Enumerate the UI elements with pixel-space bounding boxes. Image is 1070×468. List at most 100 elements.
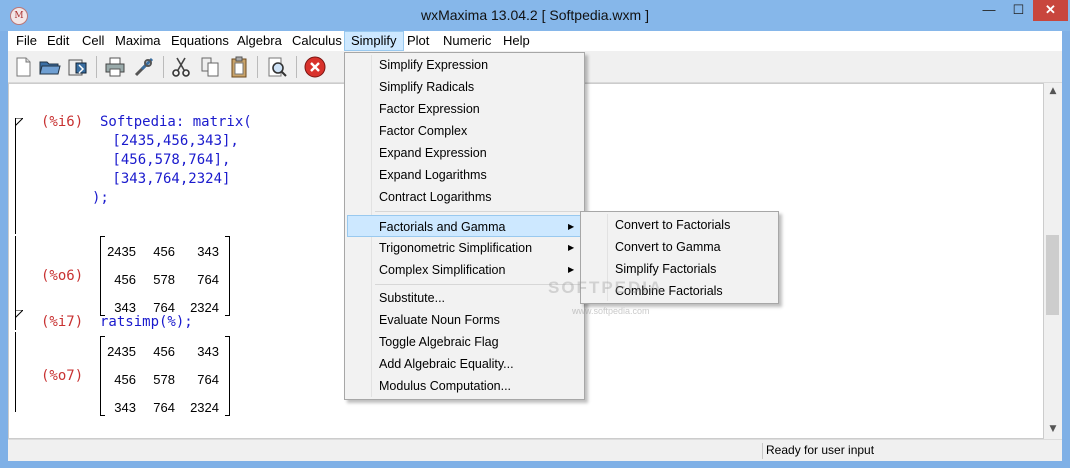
find-icon[interactable]	[265, 55, 289, 79]
matrix-cell: 2324	[190, 400, 219, 415]
code-line[interactable]: [343,764,2324]	[104, 171, 230, 187]
menu-numeric[interactable]: Numeric	[437, 31, 497, 51]
matrix-cell: 578	[153, 372, 175, 387]
menu-algebra[interactable]: Algebra	[231, 31, 288, 51]
cell-fold-triangle-icon[interactable]	[15, 310, 23, 318]
output-cell-bracket	[15, 236, 22, 316]
toolbar-separator	[96, 56, 97, 78]
matrix-cell: 343	[197, 344, 219, 359]
menu-item-label: Toggle Algebraic Flag	[379, 335, 499, 349]
copy-icon[interactable]	[198, 55, 222, 79]
menu-item-factorials-and-gamma[interactable]: Factorials and Gamma ▶	[347, 215, 582, 237]
paste-icon[interactable]	[227, 55, 251, 79]
maximize-button[interactable]: ☐	[1004, 0, 1033, 21]
menu-item-label: Convert to Factorials	[615, 218, 731, 232]
menu-item-substitute[interactable]: Substitute...	[347, 287, 582, 309]
menu-item-evaluate-noun-forms[interactable]: Evaluate Noun Forms	[347, 309, 582, 331]
matrix-cell: 456	[153, 244, 175, 259]
output-label: (%o6)	[41, 268, 84, 284]
menu-item-label: Expand Expression	[379, 146, 487, 160]
menu-plot[interactable]: Plot	[401, 31, 435, 51]
code-line[interactable]: [2435,456,343],	[104, 133, 238, 149]
window-title: wxMaxima 13.04.2 [ Softpedia.wxm ]	[421, 7, 649, 23]
menu-item-expand-expression[interactable]: Expand Expression	[347, 142, 582, 164]
cell-fold-triangle-icon[interactable]	[15, 118, 23, 126]
new-file-icon[interactable]	[11, 55, 35, 79]
print-icon[interactable]	[103, 55, 127, 79]
output-label: (%o7)	[41, 368, 84, 384]
matrix-cell: 343	[114, 400, 136, 415]
menu-item-convert-to-gamma[interactable]: Convert to Gamma	[583, 236, 776, 258]
menu-item-label: Add Algebraic Equality...	[379, 357, 514, 371]
menu-item-trigonometric-simplification[interactable]: Trigonometric Simplification ▶	[347, 237, 582, 259]
menu-item-convert-to-factorials[interactable]: Convert to Factorials	[583, 214, 776, 236]
input-cell-bracket[interactable]	[15, 118, 22, 234]
matrix-cell: 343	[197, 244, 219, 259]
matrix-cell: 764	[197, 372, 219, 387]
submenu-arrow-icon: ▶	[568, 243, 575, 252]
menu-separator	[375, 211, 580, 212]
menu-item-label: Factorials and Gamma	[379, 220, 506, 234]
menu-item-factor-complex[interactable]: Factor Complex	[347, 120, 582, 142]
menu-item-label: Complex Simplification	[379, 263, 506, 277]
code-line[interactable]: [456,578,764],	[104, 152, 230, 168]
minimize-button[interactable]: —	[974, 0, 1004, 21]
status-text: Ready for user input	[766, 443, 875, 457]
matrix-cell: 764	[153, 400, 175, 415]
menu-item-contract-logarithms[interactable]: Contract Logarithms	[347, 186, 582, 208]
menu-item-complex-simplification[interactable]: Complex Simplification ▶	[347, 259, 582, 281]
toolbar-separator	[163, 56, 164, 78]
menu-equations[interactable]: Equations	[165, 31, 235, 51]
close-button[interactable]: ✕	[1033, 0, 1068, 21]
menu-simplify[interactable]: Simplify	[344, 31, 404, 51]
menu-item-simplify-factorials[interactable]: Simplify Factorials	[583, 258, 776, 280]
menu-item-label: Contract Logarithms	[379, 190, 492, 204]
menu-bar: File Edit Cell Maxima Equations Algebra …	[8, 31, 1062, 51]
menu-help[interactable]: Help	[497, 31, 536, 51]
menu-item-expand-logarithms[interactable]: Expand Logarithms	[347, 164, 582, 186]
app-window: M wxMaxima 13.04.2 [ Softpedia.wxm ] — ☐…	[0, 0, 1070, 468]
code-line[interactable]: Softpedia: matrix(	[100, 114, 252, 130]
scroll-up-icon[interactable]: ▲	[1044, 83, 1062, 100]
menu-item-label: Expand Logarithms	[379, 168, 487, 182]
vertical-scrollbar[interactable]: ▲ ▼	[1044, 83, 1062, 439]
code-line[interactable]: ratsimp(%);	[100, 314, 193, 330]
menu-file[interactable]: File	[10, 31, 43, 51]
interrupt-icon[interactable]	[303, 55, 327, 79]
menu-item-label: Factor Expression	[379, 102, 480, 116]
matrix-cell: 456	[114, 272, 136, 287]
input-label: (%i7)	[41, 314, 84, 330]
save-icon[interactable]	[66, 55, 90, 79]
menu-item-label: Modulus Computation...	[379, 379, 512, 393]
menu-item-factor-expression[interactable]: Factor Expression	[347, 98, 582, 120]
menu-calculus[interactable]: Calculus	[286, 31, 348, 51]
scroll-thumb[interactable]	[1046, 235, 1059, 315]
matrix-cell: 764	[153, 300, 175, 315]
menu-item-simplify-radicals[interactable]: Simplify Radicals	[347, 76, 582, 98]
matrix-cell: 456	[153, 344, 175, 359]
output-cell-bracket	[15, 332, 22, 412]
menu-cell[interactable]: Cell	[76, 31, 110, 51]
softpedia-watermark: SOFTPEDIA	[548, 278, 664, 297]
preferences-icon[interactable]	[132, 55, 156, 79]
simplify-dropdown-menu: Simplify Expression Simplify Radicals Fa…	[344, 52, 585, 400]
menu-item-toggle-algebraic-flag[interactable]: Toggle Algebraic Flag	[347, 331, 582, 353]
menu-edit[interactable]: Edit	[41, 31, 75, 51]
cut-icon[interactable]	[169, 55, 193, 79]
title-bar[interactable]: M wxMaxima 13.04.2 [ Softpedia.wxm ] — ☐…	[0, 0, 1070, 31]
status-bar: Ready for user input	[8, 439, 1062, 461]
menu-maxima[interactable]: Maxima	[109, 31, 167, 51]
menu-item-label: Evaluate Noun Forms	[379, 313, 500, 327]
submenu-arrow-icon: ▶	[568, 222, 575, 231]
open-folder-icon[interactable]	[38, 55, 62, 79]
menu-item-label: Substitute...	[379, 291, 446, 305]
status-separator	[762, 443, 763, 459]
menu-item-modulus-computation[interactable]: Modulus Computation...	[347, 375, 582, 397]
matrix-cell: 456	[114, 372, 136, 387]
matrix-cell: 578	[153, 272, 175, 287]
menu-item-simplify-expression[interactable]: Simplify Expression	[347, 54, 582, 76]
scroll-down-icon[interactable]: ▼	[1044, 421, 1062, 438]
matrix-cell: 343	[114, 300, 136, 315]
menu-item-add-algebraic-equality[interactable]: Add Algebraic Equality...	[347, 353, 582, 375]
code-line[interactable]: );	[92, 190, 109, 206]
